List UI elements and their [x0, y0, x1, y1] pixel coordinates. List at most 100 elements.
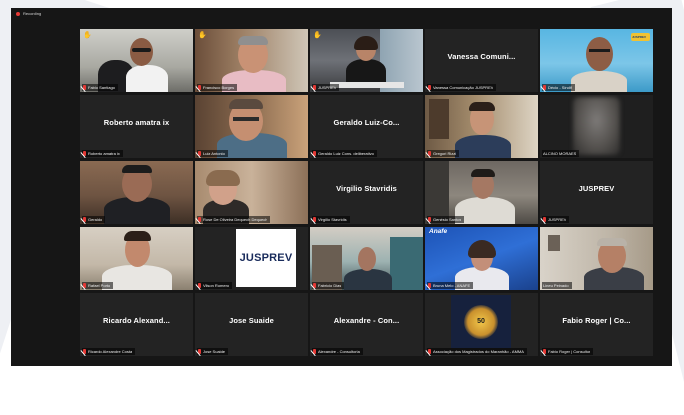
participant-label: Francisco Borges	[197, 84, 238, 91]
participant-video	[195, 161, 308, 224]
participant-video	[310, 227, 423, 290]
jusprev-logo: JUSPREV	[236, 229, 296, 287]
participant-tile[interactable]: JUSPREV Décio - Sindif	[540, 29, 653, 92]
logo-text: JUSPREV	[239, 252, 293, 264]
participant-label: Alexandre - Consultoria	[312, 348, 363, 355]
mic-muted-icon	[83, 151, 86, 156]
participant-label: Virgílio Stavridis	[312, 216, 350, 223]
participant-label: Jose Suaide	[197, 348, 229, 355]
participant-label: Luiz Antonio	[197, 150, 228, 157]
participant-tile[interactable]: Rafael Porto	[80, 227, 193, 290]
mic-muted-icon	[428, 283, 431, 288]
mic-muted-icon	[313, 85, 316, 90]
participant-label: Geraldo	[82, 216, 106, 223]
participant-label: Vilson Romero	[197, 282, 233, 289]
participant-name: Rafael Porto	[88, 283, 111, 288]
participant-tile[interactable]: 50 Associação dos Magistrados do Maranhã…	[425, 293, 538, 356]
participant-tile[interactable]: Ricardo Alexand... Ricardo Alexandre Cos…	[80, 293, 193, 356]
mic-muted-icon	[428, 151, 431, 156]
participant-video	[425, 227, 538, 290]
mic-muted-icon	[198, 217, 201, 222]
participant-tile-active-speaker[interactable]: ✋ Francisco Borges	[195, 29, 308, 92]
mic-muted-icon	[428, 85, 431, 90]
mic-muted-icon	[313, 349, 316, 354]
participant-name: Lineu Peinado	[543, 283, 569, 288]
recording-label: Recording	[23, 11, 42, 16]
mic-muted-icon	[543, 85, 546, 90]
participant-name: Rose De Oliveira Dequech Dequech	[203, 217, 268, 222]
participant-name: Gregori Rizzi	[433, 151, 457, 156]
participant-name: Genésio Santos	[433, 217, 462, 222]
anniversary-seal-icon: 50	[464, 304, 498, 339]
participant-display-name: Fabio Roger | Co...	[562, 316, 631, 325]
mic-muted-icon	[313, 151, 316, 156]
amma-emblem: 50	[451, 295, 511, 348]
participant-video	[195, 29, 308, 92]
participant-tile[interactable]: Roberto amatra ix Roberto amatra ix	[80, 95, 193, 158]
participant-tile[interactable]: Lineu Peinado	[540, 227, 653, 290]
participant-tile[interactable]: Rose De Oliveira Dequech Dequech	[195, 161, 308, 224]
mic-muted-icon	[83, 217, 86, 222]
participant-tile[interactable]: ✋ JUSPREV	[310, 29, 423, 92]
participant-video	[195, 95, 308, 158]
participant-tile[interactable]: Geraldo Luiz-Co... Geraldo Luiz Cons. de…	[310, 95, 423, 158]
participant-label: Fabio Roger | Consultor	[542, 348, 594, 355]
mic-muted-icon	[83, 283, 86, 288]
mic-muted-icon	[198, 85, 201, 90]
participant-name: Ricardo Alexandre Costa	[88, 349, 133, 354]
participant-display-name: Alexandre - Con...	[333, 316, 400, 325]
mic-muted-icon	[313, 283, 316, 288]
mic-muted-icon	[428, 349, 431, 354]
participant-tile[interactable]: Luiz Antonio	[195, 95, 308, 158]
participant-label: JUSPREV	[542, 216, 570, 223]
raised-hand-icon: ✋	[83, 32, 92, 39]
participant-name: Geraldo Luiz Cons. deliberativo	[318, 151, 374, 156]
participant-name: JUSPREV	[318, 85, 337, 90]
participant-tile[interactable]: Geraldo	[80, 161, 193, 224]
participant-label: Vanessa Comunicação JUSPREV	[427, 84, 497, 91]
participant-tile[interactable]: Virgilio Stavridis Virgílio Stavridis	[310, 161, 423, 224]
participant-grid: ✋ Fabio Santiago ✋ Francisco Borges ✋ JU…	[80, 29, 653, 356]
participant-display-name: Ricardo Alexand...	[103, 316, 170, 325]
participant-video	[80, 161, 193, 224]
participant-tile[interactable]: ✋ Fabio Santiago	[80, 29, 193, 92]
participant-label: ALCINO MORAES	[542, 150, 580, 157]
participant-name: Jose Suaide	[203, 349, 226, 354]
participant-tile[interactable]: Fabricio Dias	[310, 227, 423, 290]
participant-label: Fabio Santiago	[82, 84, 118, 91]
participant-label: Lineu Peinado	[542, 282, 572, 289]
mic-muted-icon	[313, 217, 316, 222]
participant-name: Geraldo	[88, 217, 103, 222]
participant-video	[425, 161, 538, 224]
participant-name: Fabio Roger | Consultor	[548, 349, 591, 354]
participant-label: Associação dos Magistrados do Maranhão -…	[427, 348, 527, 355]
raised-hand-icon: ✋	[313, 32, 322, 39]
mic-muted-icon	[543, 217, 546, 222]
participant-tile[interactable]: Vanessa Comuni... Vanessa Comunicação JU…	[425, 29, 538, 92]
participant-tile[interactable]: Gregori Rizzi	[425, 95, 538, 158]
participant-name: JUSPREV	[548, 217, 567, 222]
participant-name: Luiz Antonio	[203, 151, 225, 156]
participant-name: Associação dos Magistrados do Maranhão -…	[433, 349, 524, 354]
participant-display-name: Virgilio Stavridis	[336, 184, 397, 193]
participant-name: Virgílio Stavridis	[318, 217, 347, 222]
participant-display-name: JUSPREV	[578, 184, 615, 193]
participant-label: Fabricio Dias	[312, 282, 345, 289]
participant-label: Geraldo Luiz Cons. deliberativo	[312, 150, 377, 157]
participant-tile[interactable]: Jose Suaide Jose Suaide	[195, 293, 308, 356]
participant-tile[interactable]: Genésio Santos	[425, 161, 538, 224]
mic-muted-icon	[198, 349, 201, 354]
participant-tile[interactable]: JUSPREV Vilson Romero	[195, 227, 308, 290]
participant-label: Rose De Oliveira Dequech Dequech	[197, 216, 271, 223]
participant-tile[interactable]: JUSPREV JUSPREV	[540, 161, 653, 224]
participant-tile[interactable]: ALCINO MORAES	[540, 95, 653, 158]
participant-label: Genésio Santos	[427, 216, 465, 223]
seal-text: 50	[477, 318, 485, 325]
participant-label: Bruna Melo - ANAFE	[427, 282, 474, 289]
participant-name: Décio - Sindif	[548, 85, 572, 90]
participant-tile[interactable]: Alexandre - Con... Alexandre - Consultor…	[310, 293, 423, 356]
participant-name: Bruna Melo - ANAFE	[433, 283, 471, 288]
participant-name: Francisco Borges	[203, 85, 235, 90]
participant-tile[interactable]: Fabio Roger | Co... Fabio Roger | Consul…	[540, 293, 653, 356]
participant-tile[interactable]: Anafe Bruna Melo - ANAFE	[425, 227, 538, 290]
